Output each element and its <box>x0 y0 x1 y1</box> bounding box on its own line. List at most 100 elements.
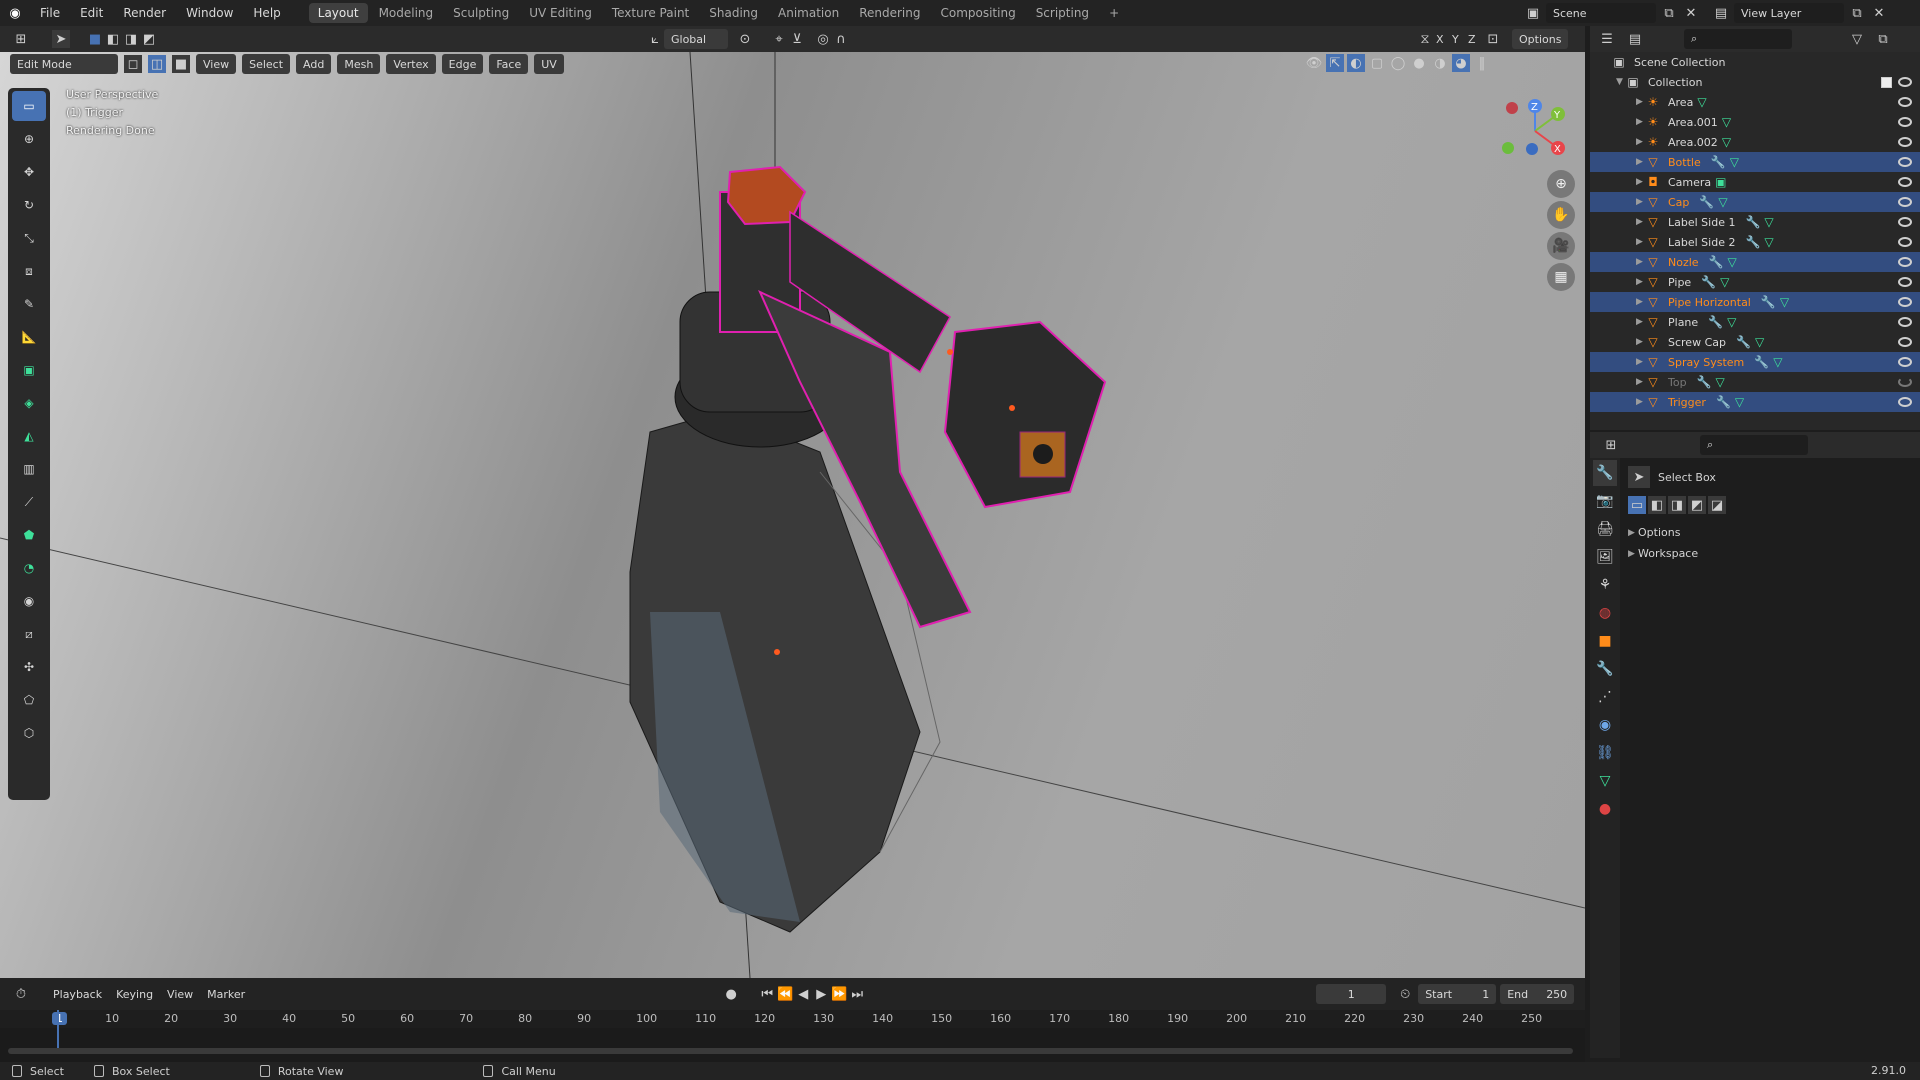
preview-range-icon[interactable]: ⏲ <box>1396 985 1414 1003</box>
object-data-icon[interactable]: ▽ <box>1718 195 1727 209</box>
outliner-item[interactable]: ▶ ▽ Label Side 2 🔧 ▽ <box>1590 232 1920 252</box>
tab-uv-editing[interactable]: UV Editing <box>520 3 601 23</box>
auto-key-icon[interactable]: ● <box>722 985 740 1003</box>
outliner-editor-icon[interactable]: ☰ <box>1598 30 1616 48</box>
outliner-search-input[interactable]: ⌕ <box>1684 29 1792 49</box>
select-tool-icon[interactable]: ➤ <box>52 30 70 48</box>
marker-menu[interactable]: Marker <box>200 984 252 1004</box>
rotate-icon[interactable]: ↻ <box>12 190 46 220</box>
object-data-icon[interactable]: ▽ <box>1722 115 1731 129</box>
outliner-item[interactable]: ▶ ▽ Pipe Horizontal 🔧 ▽ <box>1590 292 1920 312</box>
object-data-icon[interactable]: ▽ <box>1764 215 1773 229</box>
eye-icon[interactable] <box>1898 177 1912 187</box>
outliner-item[interactable]: ▶ ☀ Area.002 ▽ <box>1590 132 1920 152</box>
eye-icon[interactable] <box>1898 77 1912 87</box>
eye-icon[interactable] <box>1898 117 1912 127</box>
expand-icon[interactable]: ▶ <box>1636 337 1646 347</box>
transform-orientation-icon[interactable]: ⟀ <box>646 30 664 48</box>
render-tab-icon[interactable]: 📷 <box>1593 488 1617 514</box>
eye-icon[interactable] <box>1898 157 1912 167</box>
eye-icon[interactable] <box>1898 97 1912 107</box>
outliner-item[interactable]: ▶ ▽ Bottle 🔧 ▽ <box>1590 152 1920 172</box>
axis-x-toggle[interactable]: X <box>1436 33 1450 46</box>
extrude-icon[interactable]: ▣ <box>12 355 46 385</box>
mode-difference-icon[interactable]: ◩ <box>1688 496 1706 514</box>
expand-icon[interactable]: ▶ <box>1636 297 1646 307</box>
eye-icon[interactable] <box>1898 337 1912 347</box>
cursor-icon[interactable]: ⊕ <box>12 124 46 154</box>
axis-y-toggle[interactable]: Y <box>1452 33 1466 46</box>
outliner-item[interactable]: ▶ ▽ Spray System 🔧 ▽ <box>1590 352 1920 372</box>
eye-icon[interactable] <box>1898 137 1912 147</box>
expand-icon[interactable]: ▼ <box>1616 77 1626 87</box>
playhead[interactable] <box>57 1010 59 1050</box>
expand-icon[interactable]: ▶ <box>1636 157 1646 167</box>
eye-icon[interactable] <box>1898 297 1912 307</box>
expand-icon[interactable]: ▶ <box>1636 217 1646 227</box>
tab-shading[interactable]: Shading <box>700 3 767 23</box>
expand-icon[interactable]: ▶ <box>1636 97 1646 107</box>
display-mode-icon[interactable]: ▤ <box>1626 30 1644 48</box>
view-layer-field[interactable]: View Layer <box>1734 3 1844 23</box>
end-frame-field[interactable]: End 250 <box>1500 984 1575 1004</box>
particles-tab-icon[interactable]: ⋰ <box>1593 684 1617 710</box>
object-data-icon[interactable]: ▽ <box>1735 395 1744 409</box>
blender-logo-icon[interactable]: ◉ <box>6 4 24 22</box>
orientation-dropdown[interactable]: Global <box>664 29 728 49</box>
eye-icon[interactable] <box>1898 397 1912 407</box>
keying-menu[interactable]: Keying <box>109 984 160 1004</box>
physics-tab-icon[interactable]: ◉ <box>1593 712 1617 738</box>
axis-z-toggle[interactable]: Z <box>1468 33 1482 46</box>
scene-icon[interactable]: ▣ <box>1524 4 1542 22</box>
tab-layout[interactable]: Layout <box>308 3 368 23</box>
shrink-fatten-icon[interactable]: ✣ <box>12 652 46 682</box>
snap-icon[interactable]: ⌖ <box>770 30 788 48</box>
collection-checkbox[interactable] <box>1881 76 1892 88</box>
expand-icon[interactable]: ▶ <box>1636 197 1646 207</box>
object-tab-icon[interactable]: ■ <box>1593 628 1617 654</box>
expand-icon[interactable]: ▶ <box>1636 177 1646 187</box>
pan-hand-icon[interactable]: ✋ <box>1547 201 1575 229</box>
object-data-icon[interactable]: ▽ <box>1720 275 1729 289</box>
mode-set-icon[interactable]: ▭ <box>1628 496 1646 514</box>
outliner-item[interactable]: ▶ ▽ Label Side 1 🔧 ▽ <box>1590 212 1920 232</box>
annotate-icon[interactable]: ✎ <box>12 289 46 319</box>
timeline-view-menu[interactable]: View <box>160 984 200 1004</box>
outliner-item[interactable]: ▶ ▽ Top 🔧 ▽ <box>1590 372 1920 392</box>
menu-edit[interactable]: Edit <box>70 6 113 20</box>
navigation-gizmo[interactable]: Z Y X <box>1500 96 1570 166</box>
mode-intersect-icon[interactable]: ◪ <box>1708 496 1726 514</box>
object-data-icon[interactable]: ▽ <box>1755 335 1764 349</box>
object-data-icon[interactable]: ▽ <box>1773 355 1782 369</box>
playback-menu[interactable]: Playback <box>46 984 109 1004</box>
modifier-tab-icon[interactable]: 🔧 <box>1593 656 1617 682</box>
collection-row[interactable]: ▼ ▣ Collection <box>1590 72 1920 92</box>
new-view-layer-icon[interactable]: ⧉ <box>1848 4 1866 22</box>
select-box-icon[interactable]: ▭ <box>12 91 46 121</box>
scale-icon[interactable]: ⤡ <box>12 223 46 253</box>
gizmo-neg-x-ball[interactable] <box>1506 102 1518 114</box>
loop-cut-icon[interactable]: ▥ <box>12 454 46 484</box>
new-scene-icon[interactable]: ⧉ <box>1660 4 1678 22</box>
tab-animation[interactable]: Animation <box>769 3 848 23</box>
outliner-item[interactable]: ▶ ▽ Nozle 🔧 ▽ <box>1590 252 1920 272</box>
timeline-scrollbar[interactable] <box>8 1048 1573 1054</box>
object-data-icon[interactable]: ▽ <box>1722 135 1731 149</box>
menu-window[interactable]: Window <box>176 6 243 20</box>
scene-collection-row[interactable]: ▣ Scene Collection <box>1590 52 1920 72</box>
select-mode-invert-icon[interactable]: ◩ <box>140 30 158 48</box>
inset-icon[interactable]: ◈ <box>12 388 46 418</box>
bevel-icon[interactable]: ◭ <box>12 421 46 451</box>
smooth-icon[interactable]: ◉ <box>12 586 46 616</box>
mode-extend-icon[interactable]: ◧ <box>1648 496 1666 514</box>
editor-type-icon[interactable]: ⊞ <box>12 30 30 48</box>
rip-region-icon[interactable]: ⬡ <box>12 718 46 748</box>
close-view-layer-icon[interactable]: ✕ <box>1870 4 1888 22</box>
select-mode-subtract-icon[interactable]: ◨ <box>122 30 140 48</box>
view-layer-tab-icon[interactable]: 🖼 <box>1593 544 1617 570</box>
next-key-icon[interactable]: ⏩ <box>830 985 848 1003</box>
scene-tab-icon[interactable]: ⚘ <box>1593 572 1617 598</box>
outliner-item[interactable]: ▶ ▽ Cap 🔧 ▽ <box>1590 192 1920 212</box>
poly-build-icon[interactable]: ⬟ <box>12 520 46 550</box>
timeline-editor-icon[interactable]: ⏱ <box>12 985 30 1003</box>
